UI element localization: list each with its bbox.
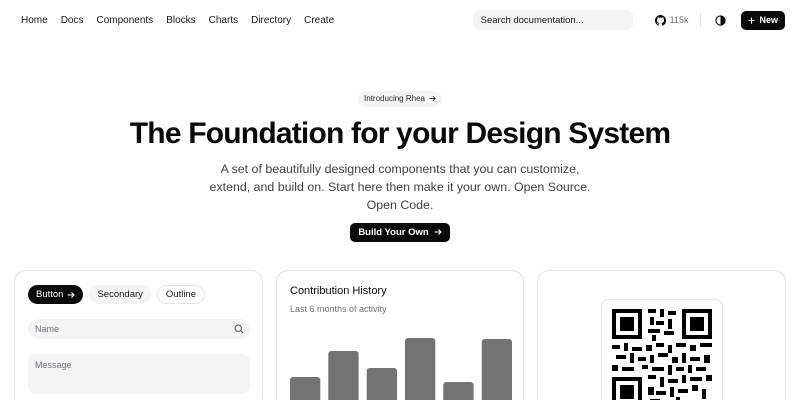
search-docs-button[interactable]: Search documentation... [472,10,633,30]
bar-5 [443,382,474,400]
build-button-label: Build Your Own [358,226,429,238]
outline-button-label: Outline [165,289,196,300]
nav-directory[interactable]: Directory [251,15,291,26]
primary-button-label: Button [36,289,64,300]
nav-create[interactable]: Create [304,15,334,26]
bar-1 [290,377,321,400]
build-your-own-button[interactable]: Build Your Own [350,222,450,242]
primary-button[interactable]: Button [28,285,84,304]
header-divider [700,13,702,27]
qr-code-frame [601,299,723,400]
bar-6 [481,339,512,400]
github-star-count: 115k [669,15,689,25]
theme-toggle[interactable] [713,13,727,27]
contrast-icon [715,14,726,26]
name-input[interactable] [28,319,250,339]
plus-icon [748,16,756,24]
button-variants: Button Secondary Outline [28,285,205,304]
nav-charts[interactable]: Charts [209,15,238,26]
arrow-right-icon [434,229,442,235]
contribution-history-card: Contribution History Last 6 months of ac… [276,270,524,400]
main-nav: Home Docs Components Blocks Charts Direc… [21,15,334,26]
secondary-button-label: Secondary [97,289,143,300]
hero-section: Introducing Rhea The Foundation for your… [0,88,800,242]
announcement-text: Introducing Rhea [364,94,425,103]
github-icon [654,14,666,26]
qr-code-image [612,309,712,400]
nav-blocks[interactable]: Blocks [166,15,195,26]
contribution-bar-chart [290,338,512,400]
search-icon [234,324,244,334]
header-actions: Search documentation... 115k New [472,10,785,30]
bar-4 [405,338,436,400]
secondary-button[interactable]: Secondary [89,285,151,304]
outline-button[interactable]: Outline [156,285,205,304]
qr-code-card [537,270,786,400]
nav-components[interactable]: Components [96,15,153,26]
message-textarea[interactable] [28,354,250,394]
hero-subtitle: A set of beautifully designed components… [209,161,591,212]
nav-home[interactable]: Home [21,15,48,26]
card-subtitle: Last 6 months of activity [290,304,387,314]
arrow-right-icon [67,291,76,298]
arrow-right-icon [429,96,436,101]
bar-2 [328,351,359,400]
announcement-badge[interactable]: Introducing Rhea [358,90,442,107]
new-button-label: New [759,15,778,25]
new-button[interactable]: New [741,10,785,30]
form-demo-card: Button Secondary Outline [14,270,263,400]
card-title: Contribution History [290,285,387,297]
search-placeholder: Search documentation... [480,14,584,26]
github-link[interactable]: 115k [654,14,689,26]
bar-3 [366,368,397,400]
nav-docs[interactable]: Docs [61,15,84,26]
hero-title: The Foundation for your Design System [129,116,671,150]
site-header: Home Docs Components Blocks Charts Direc… [0,0,800,40]
